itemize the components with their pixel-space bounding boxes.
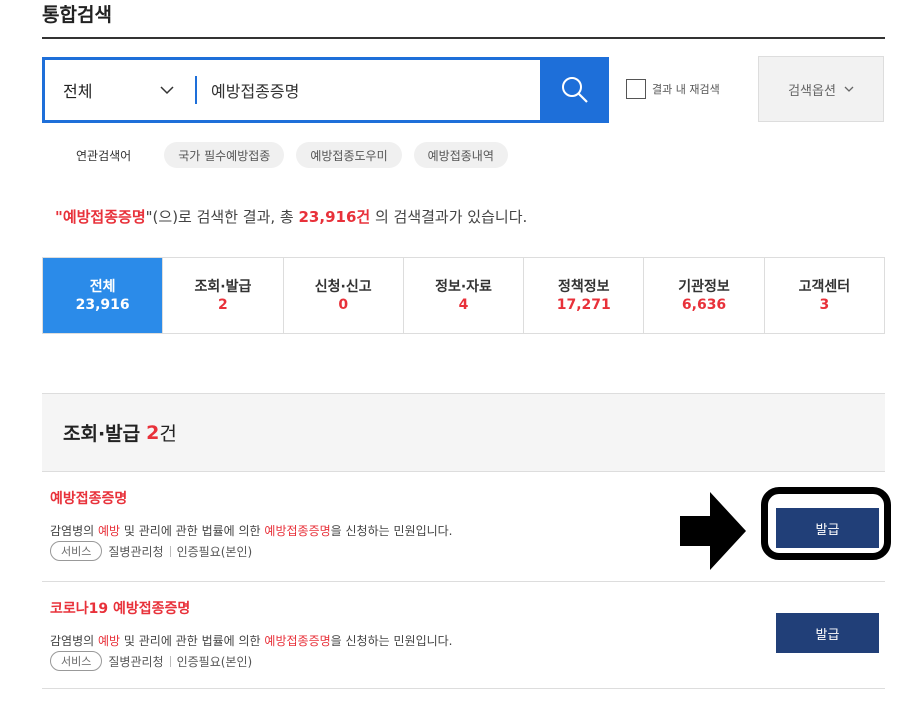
tab-count: 6,636 [681, 296, 727, 313]
tab-customer-center[interactable]: 고객센터 3 [765, 258, 884, 333]
meta-separator [169, 655, 171, 667]
section-header: 조회·발급 2건 [42, 393, 885, 472]
tab-count: 3 [819, 296, 830, 313]
section-count: 2 [146, 421, 160, 444]
tab-label: 고객센터 [798, 278, 851, 295]
recheck-option[interactable]: 결과 내 재검색 [626, 79, 720, 99]
tab-count: 0 [338, 296, 349, 313]
auth-requirement: 인증필요(본인) [176, 544, 253, 559]
summary-tail: 의 검색결과가 있습니다. [370, 208, 528, 226]
search-button[interactable] [540, 57, 609, 123]
desc-highlight: 예방 [97, 524, 121, 538]
search-box: 전체 [42, 57, 609, 123]
search-scope-select[interactable]: 전체 [45, 60, 195, 120]
tab-label: 정보·자료 [435, 278, 492, 295]
desc-highlight: 예방접종증명 [264, 634, 331, 648]
desc-text: 및 관리에 관한 법률에 의한 [120, 634, 265, 648]
recheck-checkbox[interactable] [626, 79, 646, 99]
result-meta: 서비스 질병관리청 인증필요(본인) [50, 651, 252, 671]
tab-label: 전체 [89, 278, 116, 295]
tab-agency-info[interactable]: 기관정보 6,636 [644, 258, 765, 333]
related-tag[interactable]: 국가 필수예방접종 [164, 142, 285, 168]
related-tag[interactable]: 예방접종도우미 [296, 142, 402, 168]
section-unit: 건 [159, 423, 177, 445]
tab-count: 2 [218, 296, 228, 313]
result-title-link[interactable]: 예방접종증명 [50, 488, 127, 508]
agency-name: 질병관리청 [108, 544, 164, 559]
related-tag[interactable]: 예방접종내역 [413, 142, 508, 168]
category-tabs: 전체 23,916 조회·발급 2 신청·신고 0 정보·자료 4 정책정보 1… [42, 257, 885, 334]
summary-keyword: 예방접종증명 [62, 208, 146, 226]
result-title-link[interactable]: 코로나19 예방접종증명 [50, 598, 190, 618]
related-keywords-label: 연관검색어 [76, 148, 132, 163]
arrow-right-icon [680, 492, 746, 570]
related-keywords: 연관검색어 국가 필수예방접종 예방접종도우미 예방접종내역 [76, 142, 520, 168]
search-options-button[interactable]: 검색옵션 [758, 56, 884, 122]
search-options-label: 검색옵션 [788, 83, 836, 99]
recheck-label: 결과 내 재검색 [652, 83, 720, 96]
summary-count: 23,916건 [298, 208, 371, 226]
result-summary: "예방접종증명"(으)로 검색한 결과, 총 23,916건 의 검색결과가 있… [55, 206, 527, 227]
search-scope-value: 전체 [63, 82, 93, 101]
tab-label: 기관정보 [678, 278, 730, 295]
agency-name: 질병관리청 [108, 654, 164, 669]
tab-label: 정책정보 [558, 278, 610, 295]
service-badge: 서비스 [50, 541, 103, 561]
tab-info-data[interactable]: 정보·자료 4 [404, 258, 525, 333]
title-divider [42, 37, 885, 39]
meta-separator [169, 545, 171, 557]
desc-highlight: 예방접종증명 [264, 524, 331, 538]
tab-label: 신청·신고 [314, 278, 372, 295]
annotation-highlight-frame [761, 487, 891, 560]
result-meta: 서비스 질병관리청 인증필요(본인) [50, 541, 252, 561]
summary-mid: "(으)로 검색한 결과, 총 [145, 208, 299, 226]
desc-text: 을 신청하는 민원입니다. [330, 524, 453, 538]
tab-label: 조회·발급 [194, 278, 252, 295]
search-icon [561, 77, 588, 103]
desc-text: 및 관리에 관한 법률에 의한 [120, 524, 265, 538]
issue-button[interactable]: 발급 [776, 613, 879, 653]
tab-count: 23,916 [75, 296, 130, 313]
result-item: 코로나19 예방접종증명 감염병의 예방 및 관리에 관한 법률에 의한 예방접… [42, 582, 885, 689]
result-description: 감염병의 예방 및 관리에 관한 법률에 의한 예방접종증명을 신청하는 민원입… [50, 522, 453, 539]
tab-all[interactable]: 전체 23,916 [43, 258, 164, 333]
tab-application-report[interactable]: 신청·신고 0 [284, 258, 404, 333]
tab-count: 4 [458, 296, 469, 313]
chevron-down-icon [844, 86, 854, 92]
section-title: 조회·발급 [63, 423, 141, 445]
tab-inquiry-issue[interactable]: 조회·발급 2 [163, 258, 284, 333]
desc-text: 감염병의 [50, 524, 98, 538]
summary-quote: " [55, 208, 63, 226]
desc-highlight: 예방 [97, 634, 121, 648]
result-item: 예방접종증명 감염병의 예방 및 관리에 관한 법률에 의한 예방접종증명을 신… [42, 472, 885, 582]
desc-text: 감염병의 [50, 634, 98, 648]
tab-count: 17,271 [556, 296, 611, 313]
service-badge: 서비스 [50, 651, 103, 671]
desc-text: 을 신청하는 민원입니다. [330, 634, 453, 648]
chevron-down-icon [160, 86, 174, 95]
result-description: 감염병의 예방 및 관리에 관한 법률에 의한 예방접종증명을 신청하는 민원입… [50, 632, 453, 649]
tab-policy-info[interactable]: 정책정보 17,271 [524, 258, 645, 333]
page-title: 통합검색 [42, 4, 112, 26]
auth-requirement: 인증필요(본인) [176, 654, 253, 669]
